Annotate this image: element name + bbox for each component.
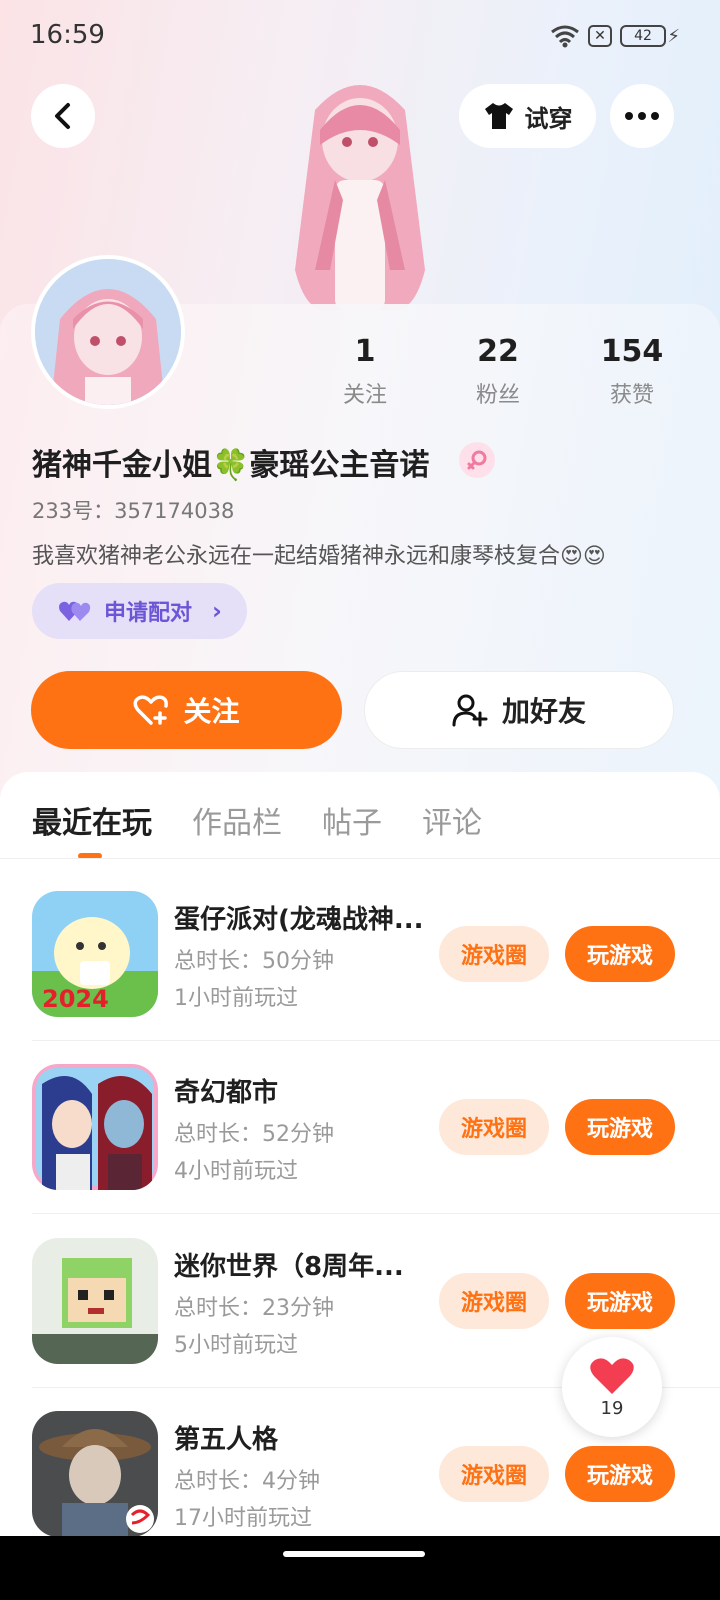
play-game-button[interactable]: 玩游戏	[565, 1273, 675, 1329]
heart-icon	[590, 1357, 634, 1394]
stat-following-value: 1	[354, 334, 376, 369]
nickname: 猪神千金小姐🍀豪瑶公主音诺	[32, 448, 430, 483]
game-icon-text: 2024	[42, 985, 109, 1013]
more-dots-icon	[625, 112, 659, 120]
battery-icon: 42	[620, 25, 666, 47]
status-bar: 16:59 ✕ 42 ⚡	[0, 0, 720, 76]
game-last-played: 5小时前玩过	[174, 1333, 298, 1358]
pair-request-button[interactable]: 申请配对 ›	[32, 583, 247, 639]
stat-likes[interactable]: 154 获赞	[572, 334, 692, 409]
user-plus-icon	[452, 694, 488, 727]
game-duration: 总时长：52分钟	[174, 1122, 334, 1147]
more-button[interactable]	[610, 84, 674, 148]
female-symbol-icon	[467, 450, 487, 470]
double-heart-icon	[59, 601, 91, 621]
game-title: 第五人格	[174, 1425, 279, 1455]
tab-comments[interactable]: 评论	[422, 798, 482, 842]
stat-fans-value: 22	[477, 334, 519, 369]
heart-plus-icon	[133, 695, 169, 725]
status-icons: ✕ 42	[550, 24, 666, 48]
like-float-button[interactable]: 19	[562, 1337, 662, 1437]
game-last-played: 4小时前玩过	[174, 1159, 298, 1184]
game-circle-button[interactable]: 游戏圈	[439, 1273, 549, 1329]
tab-works[interactable]: 作品栏	[192, 798, 282, 842]
stat-likes-value: 154	[600, 334, 664, 369]
game-row[interactable]: 2024 蛋仔派对(龙魂战神... 总时长：50分钟 1小时前玩过 游戏圈 玩游…	[0, 891, 720, 1065]
game-icon: 2024	[32, 891, 158, 1017]
stat-following[interactable]: 1 关注	[305, 334, 425, 409]
play-game-button[interactable]: 玩游戏	[565, 1099, 675, 1155]
user-id: 233号：357174038	[32, 499, 235, 523]
add-friend-label: 加好友	[501, 695, 586, 728]
game-icon	[32, 1064, 158, 1190]
home-indicator[interactable]	[283, 1551, 425, 1557]
row-divider	[32, 1040, 720, 1041]
tab-recent-played[interactable]: 最近在玩	[32, 798, 152, 842]
tab-posts[interactable]: 帖子	[322, 798, 382, 842]
wifi-icon	[551, 25, 579, 48]
game-last-played: 17小时前玩过	[174, 1506, 312, 1531]
system-nav-bar	[0, 1536, 720, 1600]
bio: 我喜欢猪神老公永远在一起结婚猪神永远和康琴枝复合😍😍	[32, 544, 606, 569]
game-row[interactable]: 奇幻都市 总时长：52分钟 4小时前玩过 游戏圈 玩游戏	[0, 1064, 720, 1238]
stat-likes-label: 获赞	[609, 383, 654, 408]
game-duration: 总时长：4分钟	[174, 1469, 320, 1494]
game-circle-button[interactable]: 游戏圈	[439, 926, 549, 982]
row-divider	[32, 1213, 720, 1214]
chevron-left-icon	[55, 103, 70, 129]
status-time: 16:59	[30, 20, 105, 50]
game-icon	[32, 1238, 158, 1364]
game-title: 迷你世界（8周年...	[174, 1252, 404, 1282]
game-circle-button[interactable]: 游戏圈	[439, 1446, 549, 1502]
battery-saver-icon: ✕	[588, 25, 612, 47]
stat-following-label: 关注	[342, 383, 387, 408]
try-on-button[interactable]: 试穿	[459, 84, 596, 148]
tshirt-icon	[484, 103, 513, 129]
stat-fans[interactable]: 22 粉丝	[438, 334, 558, 409]
charging-icon: ⚡	[667, 26, 680, 47]
game-title: 蛋仔派对(龙魂战神...	[174, 905, 424, 935]
identity-v-icon	[32, 1411, 158, 1537]
try-on-label: 试穿	[524, 104, 573, 133]
profile-tabs: 最近在玩 作品栏 帖子 评论	[32, 798, 482, 842]
play-game-button[interactable]: 玩游戏	[565, 1446, 675, 1502]
like-count: 19	[600, 1397, 624, 1419]
play-game-button[interactable]: 玩游戏	[565, 926, 675, 982]
game-icon	[32, 1411, 158, 1537]
game-duration: 总时长：23分钟	[174, 1296, 334, 1321]
mini-world-icon	[32, 1238, 158, 1364]
battery-level: 42	[634, 28, 652, 44]
fantasy-city-icon	[32, 1064, 158, 1190]
follow-button[interactable]: 关注	[31, 671, 342, 749]
chevron-right-icon: ›	[212, 597, 222, 625]
stat-fans-label: 粉丝	[475, 383, 520, 408]
avatar-image	[35, 259, 181, 405]
avatar[interactable]	[31, 255, 185, 409]
add-friend-button[interactable]: 加好友	[364, 671, 674, 749]
tabs-divider	[0, 858, 720, 859]
game-duration: 总时长：50分钟	[174, 949, 334, 974]
pair-request-label: 申请配对	[104, 601, 193, 626]
back-button[interactable]	[31, 84, 95, 148]
avatar-3d-figure	[295, 85, 425, 310]
follow-label: 关注	[183, 695, 240, 728]
game-circle-button[interactable]: 游戏圈	[439, 1099, 549, 1155]
game-last-played: 1小时前玩过	[174, 986, 298, 1011]
gender-female-icon	[459, 442, 495, 478]
eggy-party-icon: 2024	[32, 891, 158, 1017]
game-title: 奇幻都市	[174, 1078, 279, 1108]
